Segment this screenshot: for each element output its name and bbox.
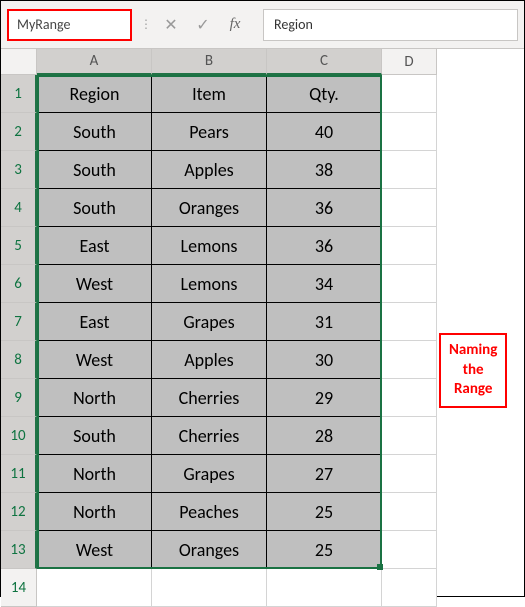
cell-c8[interactable]: 30: [267, 341, 382, 379]
annotation-line1: Naming: [449, 341, 497, 361]
row-header-5[interactable]: 5: [1, 227, 37, 265]
cell-c13[interactable]: 25: [267, 531, 382, 569]
enter-icon[interactable]: ✓: [191, 13, 215, 37]
cell-c10[interactable]: 28: [267, 417, 382, 455]
cell-d11[interactable]: [382, 455, 437, 493]
cell-b3[interactable]: Apples: [152, 151, 267, 189]
annotation-line2: the: [449, 361, 497, 381]
cell-c5[interactable]: 36: [267, 227, 382, 265]
cell-d13[interactable]: [382, 531, 437, 569]
cell-a12[interactable]: North: [37, 493, 152, 531]
spreadsheet-grid[interactable]: A B C D 1 Region Item Qty. 2 South Pears…: [1, 49, 524, 607]
cell-a11[interactable]: North: [37, 455, 152, 493]
cell-b9[interactable]: Cherries: [152, 379, 267, 417]
col-header-d[interactable]: D: [382, 49, 437, 75]
grid-container: A B C D 1 Region Item Qty. 2 South Pears…: [1, 49, 524, 607]
formula-input[interactable]: Region: [263, 9, 518, 41]
cell-c2[interactable]: 40: [267, 113, 382, 151]
col-header-c[interactable]: C: [267, 49, 382, 75]
cell-d3[interactable]: [382, 151, 437, 189]
cell-a9[interactable]: North: [37, 379, 152, 417]
cell-c7[interactable]: 31: [267, 303, 382, 341]
cell-c14[interactable]: [267, 569, 382, 607]
row-header-6[interactable]: 6: [1, 265, 37, 303]
cell-d8[interactable]: [382, 341, 437, 379]
row-header-13[interactable]: 13: [1, 531, 37, 569]
cell-b1[interactable]: Item: [152, 75, 267, 113]
cell-b11[interactable]: Grapes: [152, 455, 267, 493]
row-header-7[interactable]: 7: [1, 303, 37, 341]
annotation-box: Naming the Range: [439, 333, 507, 408]
cell-a14[interactable]: [37, 569, 152, 607]
cell-b10[interactable]: Cherries: [152, 417, 267, 455]
cell-c12[interactable]: 25: [267, 493, 382, 531]
cell-c6[interactable]: 34: [267, 265, 382, 303]
cell-d12[interactable]: [382, 493, 437, 531]
cell-c11[interactable]: 27: [267, 455, 382, 493]
cell-c9[interactable]: 29: [267, 379, 382, 417]
col-header-b[interactable]: B: [152, 49, 267, 75]
row-header-12[interactable]: 12: [1, 493, 37, 531]
cell-b14[interactable]: [152, 569, 267, 607]
cell-a1[interactable]: Region: [37, 75, 152, 113]
col-header-a[interactable]: A: [37, 49, 152, 75]
cell-d6[interactable]: [382, 265, 437, 303]
row-header-4[interactable]: 4: [1, 189, 37, 227]
cell-a7[interactable]: East: [37, 303, 152, 341]
cell-b4[interactable]: Oranges: [152, 189, 267, 227]
cell-a8[interactable]: West: [37, 341, 152, 379]
cell-a6[interactable]: West: [37, 265, 152, 303]
cell-b13[interactable]: Oranges: [152, 531, 267, 569]
cell-d7[interactable]: [382, 303, 437, 341]
cell-b8[interactable]: Apples: [152, 341, 267, 379]
cell-a4[interactable]: South: [37, 189, 152, 227]
cell-d2[interactable]: [382, 113, 437, 151]
row-header-10[interactable]: 10: [1, 417, 37, 455]
cell-c4[interactable]: 36: [267, 189, 382, 227]
fx-icon[interactable]: fx: [223, 13, 247, 37]
row-header-3[interactable]: 3: [1, 151, 37, 189]
separator-icon: ⋮: [140, 17, 151, 32]
formula-bar: MyRange ⋮ ✕ ✓ fx Region: [1, 1, 524, 49]
cell-d5[interactable]: [382, 227, 437, 265]
cell-d10[interactable]: [382, 417, 437, 455]
cell-a2[interactable]: South: [37, 113, 152, 151]
row-header-8[interactable]: 8: [1, 341, 37, 379]
cell-c1[interactable]: Qty.: [267, 75, 382, 113]
row-header-2[interactable]: 2: [1, 113, 37, 151]
cell-b2[interactable]: Pears: [152, 113, 267, 151]
annotation-line3: Range: [449, 380, 497, 400]
select-all-corner[interactable]: [1, 49, 37, 75]
cell-a3[interactable]: South: [37, 151, 152, 189]
cell-a5[interactable]: East: [37, 227, 152, 265]
cell-a10[interactable]: South: [37, 417, 152, 455]
cell-b12[interactable]: Peaches: [152, 493, 267, 531]
row-header-14[interactable]: 14: [1, 569, 37, 607]
cell-d14[interactable]: [382, 569, 437, 607]
name-box[interactable]: MyRange: [7, 9, 132, 41]
cell-b5[interactable]: Lemons: [152, 227, 267, 265]
cell-c3[interactable]: 38: [267, 151, 382, 189]
cell-b6[interactable]: Lemons: [152, 265, 267, 303]
row-header-9[interactable]: 9: [1, 379, 37, 417]
cell-d9[interactable]: [382, 379, 437, 417]
cell-a13[interactable]: West: [37, 531, 152, 569]
cell-b7[interactable]: Grapes: [152, 303, 267, 341]
cell-d4[interactable]: [382, 189, 437, 227]
cancel-icon[interactable]: ✕: [159, 13, 183, 37]
cell-d1[interactable]: [382, 75, 437, 113]
row-header-11[interactable]: 11: [1, 455, 37, 493]
row-header-1[interactable]: 1: [1, 75, 37, 113]
